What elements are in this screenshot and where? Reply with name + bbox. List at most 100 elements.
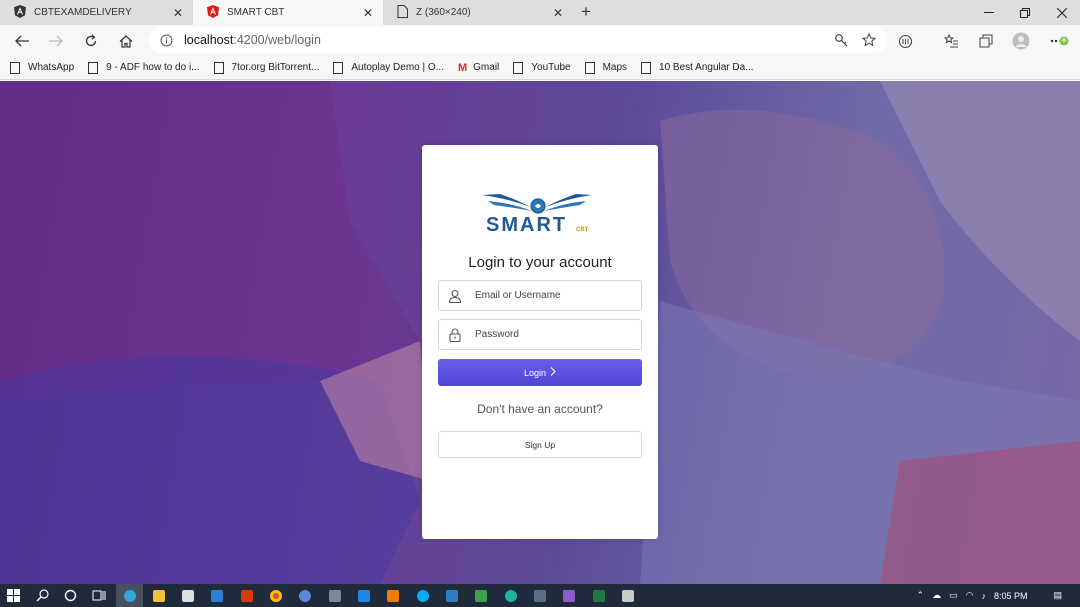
- page-icon: [213, 61, 224, 74]
- password-input[interactable]: [475, 329, 635, 340]
- bookmark-label: 7tor.org BitTorrent...: [231, 62, 320, 73]
- lock-icon: [447, 327, 463, 343]
- navigation-bar: localhost:4200/web/login: [0, 25, 1080, 56]
- app-icon[interactable]: [472, 587, 489, 604]
- notifications-icon[interactable]: ▤: [1053, 590, 1062, 601]
- wifi-icon[interactable]: ◠: [966, 590, 974, 601]
- file-explorer-icon[interactable]: [150, 587, 167, 604]
- page-icon: [88, 61, 99, 74]
- battery-icon[interactable]: ▭: [949, 590, 958, 601]
- bookmark-label: 10 Best Angular Da...: [659, 62, 754, 73]
- bookmark-angular-dashboards[interactable]: 10 Best Angular Da...: [641, 61, 754, 74]
- favorites-icon[interactable]: [940, 30, 962, 52]
- task-view-icon[interactable]: [90, 587, 107, 604]
- settings-more-icon[interactable]: [1048, 30, 1070, 52]
- skype-icon[interactable]: [414, 587, 431, 604]
- windows-start-icon[interactable]: [5, 587, 22, 604]
- excel-icon[interactable]: [590, 587, 607, 604]
- bookmark-gmail[interactable]: M Gmail: [458, 62, 499, 74]
- angular-icon: [14, 4, 26, 21]
- email-input[interactable]: [475, 290, 635, 301]
- windows-taskbar: ⌃ ☁ ▭ ◠ ♪ 8:05 PM ▤: [0, 584, 1080, 607]
- app-icon[interactable]: [443, 587, 460, 604]
- tab-title: Z (360×240): [416, 7, 471, 18]
- tab-close-icon[interactable]: ✕: [171, 6, 185, 20]
- tab-close-icon[interactable]: ✕: [551, 6, 565, 20]
- gmail-icon: M: [457, 61, 468, 74]
- tab-cbtexamdelivery[interactable]: CBTEXAMDELIVERY ✕: [0, 0, 193, 25]
- mail-icon[interactable]: [208, 587, 225, 604]
- close-window-icon[interactable]: [1044, 0, 1080, 25]
- url-text[interactable]: localhost:4200/web/login: [184, 33, 321, 47]
- page-icon: [641, 61, 652, 74]
- bookmark-adf[interactable]: 9 - ADF how to do i...: [88, 61, 200, 74]
- home-icon[interactable]: [115, 30, 137, 52]
- info-icon[interactable]: [156, 30, 176, 50]
- page-icon: [397, 4, 408, 21]
- bookmark-youtube[interactable]: YouTube: [513, 61, 571, 74]
- tab-smart-cbt[interactable]: SMART CBT ✕: [193, 0, 383, 25]
- visual-studio-icon[interactable]: [560, 587, 577, 604]
- vscode-icon[interactable]: [355, 587, 372, 604]
- system-tray: ⌃ ☁ ▭ ◠ ♪ 8:05 PM ▤: [909, 584, 1080, 607]
- key-icon[interactable]: [831, 30, 851, 50]
- cortana-icon[interactable]: [62, 587, 79, 604]
- url-path: :4200/web/login: [233, 33, 321, 47]
- bookmark-label: WhatsApp: [28, 62, 75, 73]
- chevron-up-icon[interactable]: ⌃: [917, 590, 925, 601]
- page-icon: [333, 61, 344, 74]
- no-account-text: Don't have an account?: [477, 402, 603, 416]
- back-icon[interactable]: [11, 30, 33, 52]
- smart-cbt-logo: SMART CBT: [482, 194, 592, 235]
- bookmark-7tor[interactable]: 7tor.org BitTorrent...: [213, 61, 320, 74]
- address-bar[interactable]: localhost:4200/web/login: [148, 27, 887, 53]
- bookmark-label: 9 - ADF how to do i...: [106, 62, 200, 73]
- chevron-right-icon: [550, 366, 556, 379]
- sign-up-label: Sign Up: [524, 439, 556, 450]
- bookmark-whatsapp[interactable]: WhatsApp: [10, 61, 75, 74]
- tab-close-icon[interactable]: ✕: [361, 6, 375, 20]
- page-icon: [10, 61, 20, 74]
- logo-sub-text: CBT: [576, 227, 589, 233]
- page-icon: [584, 61, 595, 74]
- volume-icon[interactable]: ♪: [981, 591, 986, 601]
- email-field[interactable]: [438, 280, 642, 311]
- cloud-icon[interactable]: ☁: [932, 590, 941, 601]
- password-field[interactable]: [438, 319, 642, 350]
- bookmarks-bar: WhatsApp 9 - ADF how to do i... 7tor.org…: [0, 56, 1080, 80]
- reader-icon[interactable]: [894, 30, 916, 52]
- minimize-icon[interactable]: [971, 0, 1007, 25]
- profile-avatar-icon[interactable]: [1010, 30, 1032, 52]
- favorite-star-icon[interactable]: [859, 30, 879, 50]
- chrome-icon[interactable]: [267, 587, 284, 604]
- url-host: localhost: [184, 33, 234, 47]
- login-card: SMART CBT Login to your account Login Do…: [422, 145, 658, 539]
- app-icon[interactable]: [326, 587, 343, 604]
- bookmark-maps[interactable]: Maps: [584, 61, 627, 74]
- collections-icon[interactable]: [975, 30, 997, 52]
- app-icon[interactable]: [531, 587, 548, 604]
- office-icon[interactable]: [238, 587, 255, 604]
- restore-icon[interactable]: [1007, 0, 1043, 25]
- login-page-background: SMART CBT Login to your account Login Do…: [0, 81, 1080, 584]
- edge-icon[interactable]: [502, 587, 519, 604]
- login-button[interactable]: Login: [438, 359, 642, 386]
- xampp-icon[interactable]: [384, 587, 401, 604]
- search-icon[interactable]: [34, 587, 51, 604]
- edge-browser-icon[interactable]: [121, 587, 138, 604]
- sign-up-button[interactable]: Sign Up: [438, 431, 642, 458]
- tab-image-preview[interactable]: Z (360×240) ✕: [383, 0, 573, 25]
- angular-icon: [207, 4, 219, 21]
- bookmark-autoplay-demo[interactable]: Autoplay Demo | O...: [333, 61, 444, 74]
- bookmark-label: Gmail: [473, 62, 500, 73]
- store-icon[interactable]: [179, 587, 196, 604]
- refresh-icon[interactable]: [80, 30, 102, 52]
- forward-icon[interactable]: [45, 30, 67, 52]
- new-tab-button[interactable]: +: [576, 3, 596, 23]
- logo-text: SMART: [486, 214, 567, 235]
- login-title: Login to your account: [468, 254, 612, 271]
- chromium-icon[interactable]: [296, 587, 313, 604]
- clock-time[interactable]: 8:05 PM: [994, 591, 1028, 601]
- app-icon[interactable]: [619, 587, 636, 604]
- bookmark-label: Autoplay Demo | O...: [351, 62, 444, 73]
